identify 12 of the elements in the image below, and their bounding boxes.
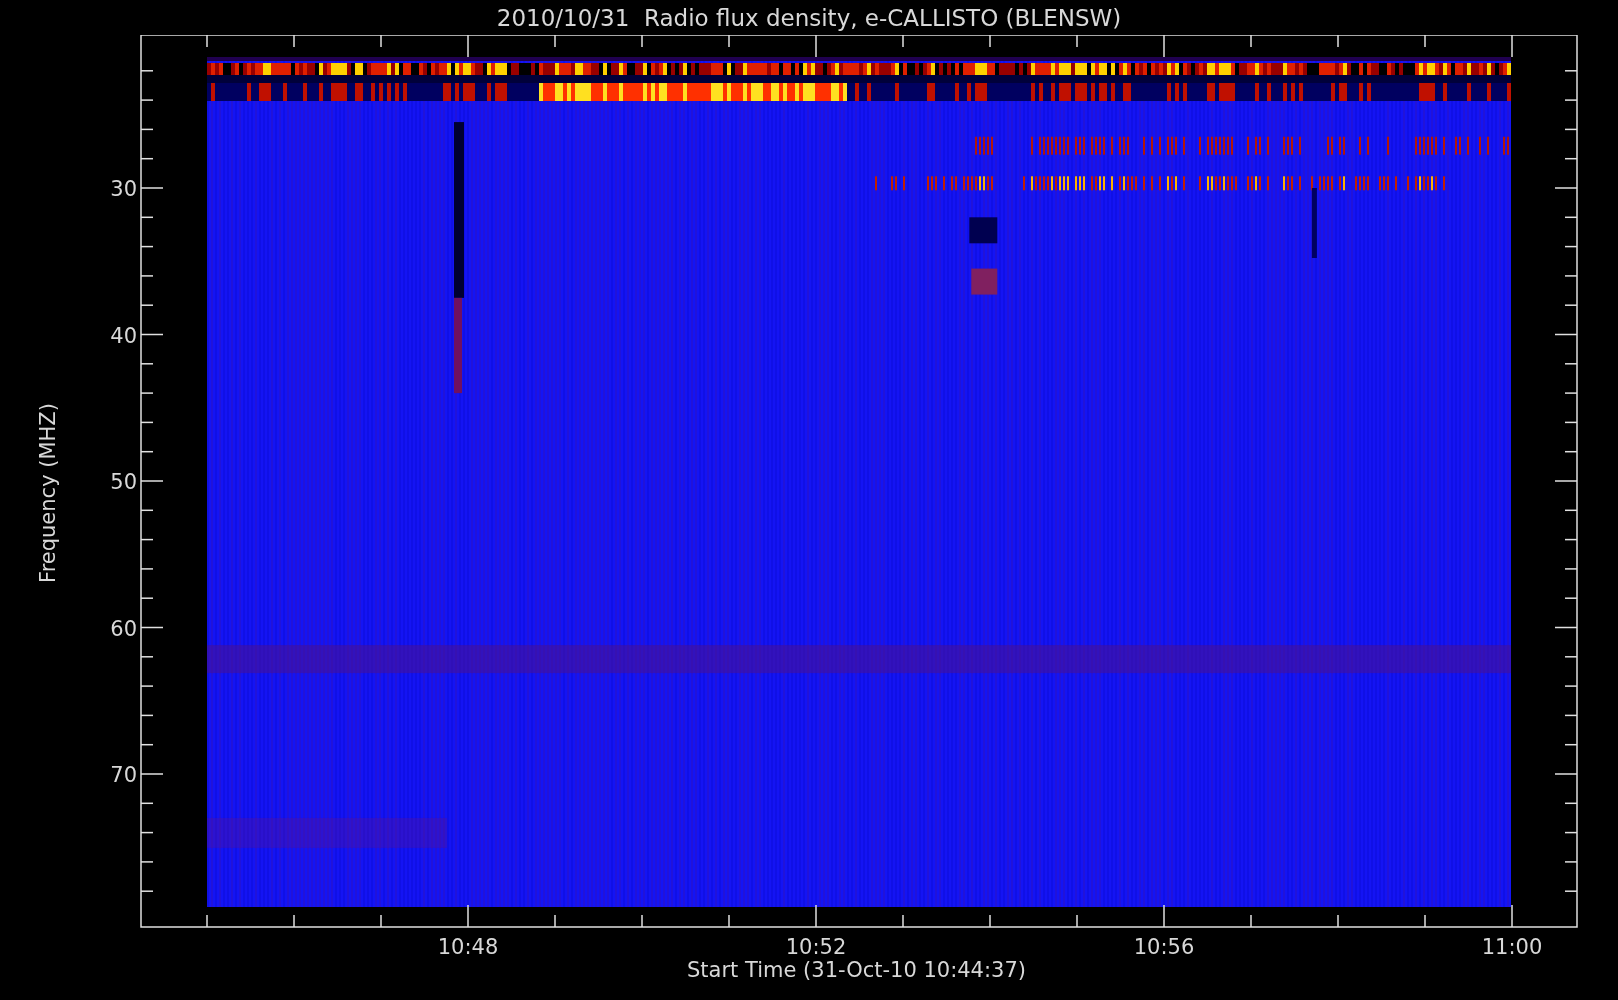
y-axis-label: Frequency (MHZ) xyxy=(35,402,60,583)
y-tick-label: 30 xyxy=(110,177,137,201)
x-tick-label: 10:52 xyxy=(785,935,847,959)
x-tick-label: 11:00 xyxy=(1481,935,1543,959)
y-tick-label: 50 xyxy=(110,470,137,494)
x-tick-label: 10:56 xyxy=(1133,935,1195,959)
y-tick-label: 40 xyxy=(110,323,137,348)
x-axis-label: Start Time (31-Oct-10 10:44:37) xyxy=(687,960,1026,984)
x-tick-label: 10:48 xyxy=(437,935,499,959)
y-tick-label: 70 xyxy=(110,763,137,787)
y-tick-label: 60 xyxy=(110,616,137,641)
chart-title: 2010/10/31 Radio flux density, e-CALLISTO (BLENSW) xyxy=(495,3,1123,33)
